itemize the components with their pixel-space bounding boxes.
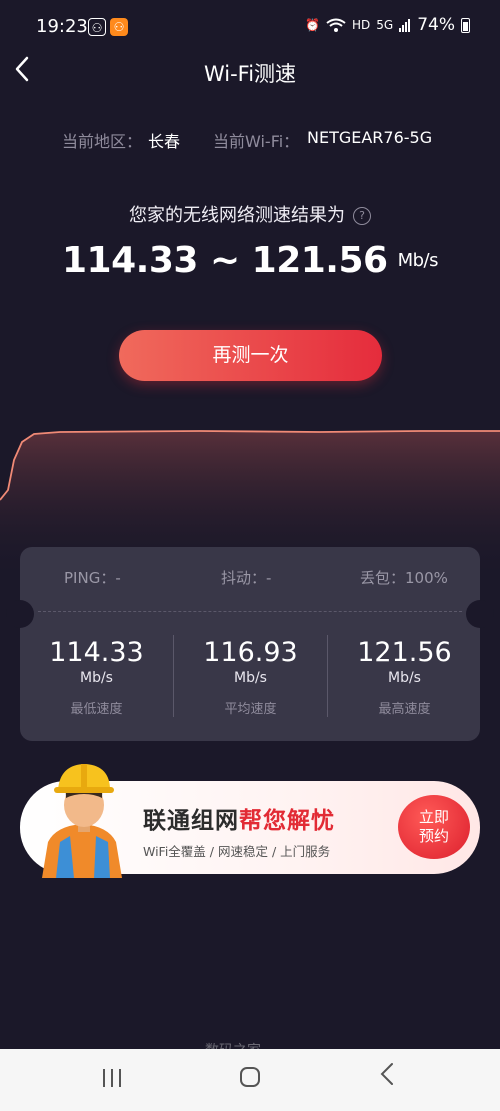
card-notch-left: [6, 600, 34, 628]
avg-speed-label: 平均速度: [224, 702, 277, 717]
packet-loss-value: 丢包：100%: [360, 569, 448, 587]
result-headline: 您家的无线网络测速结果为?: [0, 201, 500, 227]
status-notification-icons: ⚇ ⚇: [88, 18, 128, 36]
app-header: Wi-Fi测速: [0, 46, 500, 94]
wifi-label: 当前Wi-Fi：: [213, 132, 300, 151]
speed-range-value: 114.33 ~ 121.56: [62, 240, 388, 281]
hd-label: HD: [352, 18, 371, 32]
card-divider: [38, 611, 462, 612]
result-headline-text: 您家的无线网络测速结果为: [129, 205, 345, 226]
network-label: 5G: [376, 18, 394, 32]
max-speed-unit: Mb/s: [388, 670, 421, 686]
max-speed-label: 最高速度: [378, 702, 431, 717]
technician-illustration: [42, 764, 122, 878]
status-system-icons: ⏰ HD 5G 74%: [305, 15, 470, 35]
avg-speed: 116.93 Mb/s 平均速度: [174, 637, 327, 717]
signal-icon: [399, 19, 411, 32]
min-speed-unit: Mb/s: [80, 670, 113, 686]
system-nav-bar: [0, 1049, 500, 1111]
speed-range-unit: Mb/s: [397, 250, 439, 271]
stats-card: PING：- 抖动：- 丢包：100% 114.33 Mb/s 最低速度 116…: [20, 547, 480, 741]
region-value: 长春: [148, 132, 181, 151]
card-notch-right: [466, 600, 494, 628]
banner-subtitle: WiFi全覆盖 / 网速稳定 / 上门服务: [143, 844, 331, 859]
avg-speed-value: 116.93: [203, 637, 298, 668]
min-speed-label: 最低速度: [70, 702, 123, 717]
speed-range: 114.33 ~ 121.56 Mb/s: [0, 240, 500, 281]
question-circle-icon[interactable]: ?: [353, 207, 371, 225]
book-now-button[interactable]: 立即 预约: [398, 795, 470, 859]
avg-speed-unit: Mb/s: [234, 670, 267, 686]
page-title: Wi-Fi测速: [203, 62, 297, 86]
book-now-line1: 立即: [418, 808, 449, 826]
app-icon: ⚇: [88, 18, 106, 36]
recent-apps-icon[interactable]: [101, 1069, 123, 1089]
back-icon[interactable]: [380, 1062, 394, 1091]
banner-title: 联通组网帮您解忧: [143, 801, 335, 835]
wifi-icon: [326, 18, 346, 32]
book-now-line2: 预约: [418, 827, 449, 845]
alarm-icon: ⏰: [305, 18, 320, 32]
app-icon: ⚇: [110, 18, 128, 36]
status-time: 19:23: [36, 16, 88, 37]
region-label: 当前地区：: [62, 132, 143, 151]
wifi-name: NETGEAR76-5G: [307, 128, 433, 147]
battery-percent: 74%: [417, 15, 455, 35]
min-speed: 114.33 Mb/s 最低速度: [20, 637, 173, 717]
battery-icon: [461, 17, 470, 33]
retest-button[interactable]: 再测一次: [119, 330, 382, 381]
jitter-value: 抖动：-: [221, 569, 272, 587]
min-speed-value: 114.33: [49, 637, 144, 668]
max-speed: 121.56 Mb/s 最高速度: [328, 637, 480, 717]
ping-value: PING：-: [64, 569, 121, 587]
banner-title-highlight: 帮您解忧: [239, 808, 335, 834]
banner-title-part1: 联通组网: [143, 808, 239, 834]
max-speed-value: 121.56: [357, 637, 452, 668]
home-icon[interactable]: [240, 1067, 260, 1087]
